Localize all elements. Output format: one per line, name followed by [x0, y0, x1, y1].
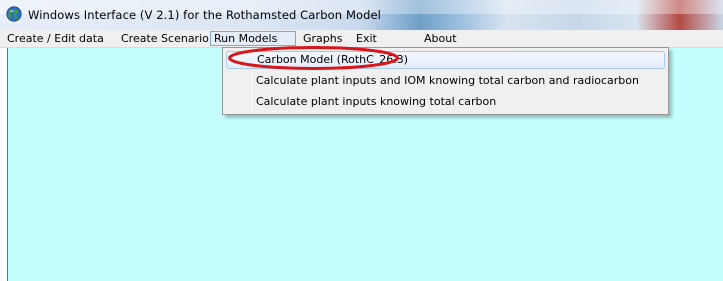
menu-run-models[interactable]: Run Models	[210, 31, 296, 46]
menu-create-edit-data[interactable]: Create / Edit data	[4, 31, 107, 46]
window-title: Windows Interface (V 2.1) for the Rotham…	[28, 8, 381, 22]
globe-icon[interactable]	[6, 6, 22, 22]
dropdown-item-plant-inputs-iom[interactable]: Calculate plant inputs and IOM knowing t…	[226, 72, 665, 90]
left-window-frame	[0, 48, 8, 281]
menu-graphs[interactable]: Graphs	[300, 31, 345, 46]
dropdown-item-label: Calculate plant inputs and IOM knowing t…	[256, 74, 639, 87]
dropdown-item-plant-inputs-total-carbon[interactable]: Calculate plant inputs knowing total car…	[226, 93, 665, 111]
title-bar[interactable]: Windows Interface (V 2.1) for the Rotham…	[0, 0, 723, 30]
app-window: Windows Interface (V 2.1) for the Rotham…	[0, 0, 723, 281]
menu-create-scenario[interactable]: Create Scenario	[118, 31, 212, 46]
menu-about[interactable]: About	[421, 31, 460, 46]
red-highlight-ellipse	[228, 46, 399, 70]
dropdown-item-label: Calculate plant inputs knowing total car…	[256, 95, 497, 108]
menu-exit[interactable]: Exit	[353, 31, 380, 46]
